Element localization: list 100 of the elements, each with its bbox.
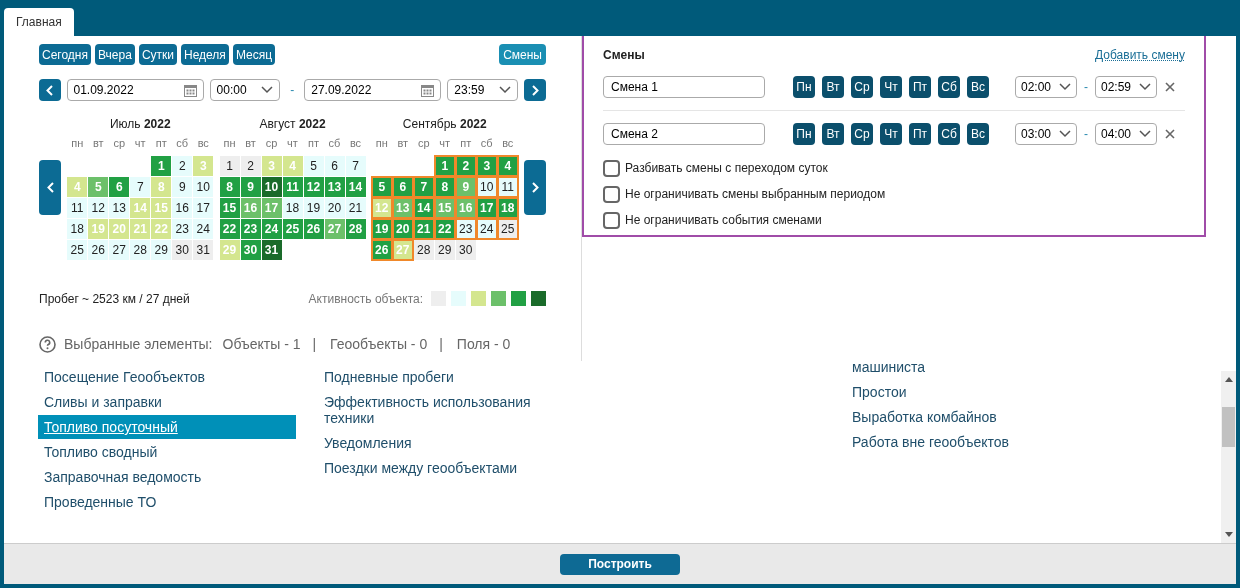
checkbox[interactable] (603, 211, 620, 229)
report-item[interactable]: Поездки между геообъектами (318, 456, 558, 480)
scrollbar[interactable] (1221, 371, 1236, 543)
shift-name-field[interactable]: Смена 1 (603, 76, 765, 98)
calendar-day[interactable]: 25 (67, 239, 88, 260)
time-select[interactable]: 00:00 (209, 79, 281, 101)
weekday-toggle[interactable]: Пт (909, 76, 931, 98)
next-button[interactable] (524, 79, 546, 101)
report-item[interactable]: Подневные пробеги (318, 365, 558, 389)
weekday-toggle[interactable]: Ср (851, 123, 873, 145)
close-icon[interactable] (1165, 129, 1175, 139)
period-button[interactable]: Сутки (138, 44, 177, 65)
period-button[interactable]: Вчера (95, 44, 135, 65)
calendar-day[interactable]: 20 (324, 197, 345, 218)
calendar-day[interactable]: 23 (172, 218, 193, 239)
calendar-day[interactable]: 5 (303, 155, 324, 176)
report-item[interactable]: Топливо сводный (38, 440, 296, 464)
weekday-toggle[interactable]: Вт (822, 123, 844, 145)
calendar-day[interactable]: 26 (88, 239, 109, 260)
previous-button[interactable] (39, 79, 61, 101)
calendar-day[interactable]: 29 (151, 239, 172, 260)
scroll-thumb[interactable] (1222, 407, 1235, 447)
selection-count[interactable]: Объекты - 1 (222, 333, 301, 355)
calendar-day[interactable]: 13 (109, 197, 130, 218)
time-select[interactable]: 23:59 (447, 79, 518, 101)
report-item[interactable]: машиниста (846, 355, 1146, 379)
scroll-up-icon[interactable] (1224, 377, 1233, 382)
calendar-day[interactable]: 2 (172, 155, 193, 176)
report-item[interactable]: Посещение Геообъектов (38, 365, 296, 389)
selection-count[interactable]: Поля - 0 (456, 333, 511, 355)
time-select[interactable]: 02:59 (1095, 76, 1157, 98)
shift-name-field[interactable]: Смена 2 (603, 123, 765, 145)
next-button[interactable] (524, 159, 546, 215)
time-select[interactable]: 04:00 (1095, 123, 1157, 145)
calendar-day[interactable]: 7 (130, 176, 151, 197)
calendar-day[interactable]: 29 (434, 239, 455, 260)
calendar-day[interactable]: 23 (455, 218, 476, 239)
calendar-day[interactable]: 21 (345, 197, 366, 218)
report-item[interactable]: Топливо посуточный (38, 415, 296, 439)
calendar-day[interactable]: 2 (240, 155, 261, 176)
time-select[interactable]: 03:00 (1015, 123, 1077, 145)
calendar-day[interactable]: 1 (219, 155, 240, 176)
checkbox[interactable] (603, 159, 620, 177)
calendar-day[interactable]: 11 (67, 197, 88, 218)
weekday-toggle[interactable]: Пн (793, 76, 815, 98)
report-item[interactable]: Выработка комбайнов (846, 405, 1146, 429)
calendar-day[interactable]: 9 (172, 176, 193, 197)
calendar-day[interactable]: 6 (324, 155, 345, 176)
calendar-day[interactable]: 10 (193, 176, 214, 197)
weekday-toggle[interactable]: Чт (880, 76, 902, 98)
weekday-toggle[interactable]: Пт (909, 123, 931, 145)
weekday-toggle[interactable]: Ср (851, 76, 873, 98)
calendar-day[interactable]: 28 (130, 239, 151, 260)
close-icon[interactable] (1165, 82, 1175, 92)
calendar-day[interactable]: 10 (261, 176, 282, 197)
calendar-day[interactable]: 25 (497, 218, 518, 239)
report-item[interactable]: Заправочная ведомость (38, 465, 296, 489)
weekday-toggle[interactable]: Вс (967, 123, 989, 145)
calendar-day[interactable]: 10 (476, 176, 497, 197)
calendar-day[interactable]: 30 (455, 239, 476, 260)
shifts-button[interactable]: Смены (499, 44, 546, 65)
calendar-day[interactable]: 17 (193, 197, 214, 218)
calendar-day[interactable]: 18 (67, 218, 88, 239)
date-field[interactable]: 01.09.2022 (66, 79, 204, 101)
help-icon[interactable] (39, 335, 56, 353)
weekday-toggle[interactable]: Пн (793, 123, 815, 145)
report-item[interactable]: Сливы и заправки (38, 390, 296, 414)
calendar-day[interactable]: 24 (476, 218, 497, 239)
selection-count[interactable]: Геообъекты - 0 (330, 333, 428, 355)
weekday-toggle[interactable]: Сб (938, 76, 960, 98)
calendar-day[interactable]: 31 (193, 239, 214, 260)
build-button[interactable]: Построить (560, 553, 680, 575)
report-item[interactable]: Уведомления (318, 431, 558, 455)
calendar-day[interactable]: 30 (172, 239, 193, 260)
calendar-day[interactable]: 24 (193, 218, 214, 239)
time-select[interactable]: 02:00 (1015, 76, 1077, 98)
calendar-day[interactable]: 16 (172, 197, 193, 218)
report-item[interactable]: Проведенные ТО (38, 490, 296, 514)
add-shift-link[interactable]: Добавить смену (1095, 46, 1185, 64)
calendar-day[interactable]: 7 (345, 155, 366, 176)
weekday-toggle[interactable]: Вт (822, 76, 844, 98)
tab[interactable]: Главная (4, 8, 74, 36)
period-button[interactable]: Сегодня (39, 44, 91, 65)
calendar-day[interactable]: 19 (303, 197, 324, 218)
weekday-toggle[interactable]: Вс (967, 76, 989, 98)
period-button[interactable]: Месяц (232, 44, 276, 65)
checkbox[interactable] (603, 185, 620, 203)
calendar-day[interactable]: 27 (109, 239, 130, 260)
date-field[interactable]: 27.09.2022 (304, 79, 442, 101)
report-item[interactable]: Простои (846, 380, 1146, 404)
report-item[interactable]: Работа вне геообъектов (846, 430, 1146, 454)
calendar-day[interactable]: 31 (261, 239, 282, 260)
previous-button[interactable] (39, 159, 61, 215)
calendar-day[interactable]: 11 (497, 176, 518, 197)
weekday-toggle[interactable]: Чт (880, 123, 902, 145)
report-item[interactable]: Эффективность использования техники (318, 390, 558, 430)
calendar-day[interactable]: 12 (88, 197, 109, 218)
calendar-day[interactable]: 18 (282, 197, 303, 218)
period-button[interactable]: Неделя (181, 44, 229, 65)
scroll-down-icon[interactable] (1224, 532, 1233, 537)
